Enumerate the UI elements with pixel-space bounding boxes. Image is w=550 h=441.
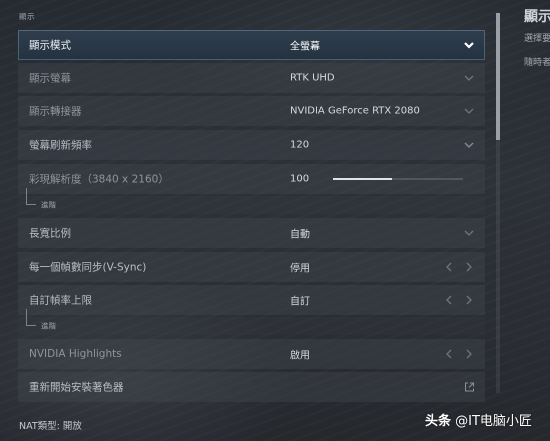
setting-label: 每一個幀數同步(V-Sync): [29, 261, 147, 274]
setting-label: 彩現解析度（3840 x 2160）: [29, 173, 169, 186]
chevron-left-icon: [446, 349, 452, 359]
side-panel-description: 選擇要: [524, 34, 550, 44]
left-right-arrows[interactable]: [445, 348, 473, 360]
chevron-down-icon[interactable]: [463, 105, 475, 117]
side-panel-description: 隨時者: [524, 58, 550, 68]
chevron-right-icon: [466, 262, 472, 272]
setting-label: 長寬比例: [29, 227, 71, 240]
advanced-label: 進階: [41, 200, 56, 210]
watermark-prefix: 头条: [425, 414, 452, 429]
setting-value: 自動: [290, 229, 310, 241]
left-right-arrows[interactable]: [445, 261, 473, 273]
external-link-icon[interactable]: [464, 382, 475, 393]
scrollbar[interactable]: [496, 13, 500, 393]
setting-value: 120: [290, 139, 310, 151]
setting-frame-cap[interactable]: 自訂幀率上限 自訂: [18, 285, 485, 315]
setting-value: RTK UHD: [290, 72, 335, 84]
setting-refresh-rate[interactable]: 螢幕刷新頻率 120: [18, 130, 485, 160]
chevron-right-icon: [466, 349, 472, 359]
setting-value: 停用: [290, 263, 310, 275]
chevron-left-icon: [446, 262, 452, 272]
setting-nvidia-highlights[interactable]: NVIDIA Highlights 啟用: [18, 339, 485, 369]
setting-label: 螢幕刷新頻率: [29, 139, 92, 152]
setting-label: NVIDIA Highlights: [29, 348, 122, 360]
advanced-label: 進階: [41, 321, 56, 331]
setting-value: 100: [290, 173, 310, 185]
setting-monitor[interactable]: 顯示螢幕 RTK UHD: [18, 63, 485, 93]
setting-value: 自訂: [290, 296, 310, 308]
setting-aspect-ratio[interactable]: 長寬比例 自動: [18, 218, 485, 248]
setting-label: 自訂幀率上限: [29, 294, 92, 307]
chevron-left-icon: [446, 295, 452, 305]
chevron-down-icon[interactable]: [463, 39, 475, 51]
left-right-arrows[interactable]: [445, 294, 473, 306]
watermark-handle: @IT电脑小匠: [455, 414, 532, 429]
setting-value: 啟用: [290, 350, 310, 362]
side-panel: 顯示 選擇要 隨時者: [520, 0, 550, 80]
section-label: 顯示: [19, 12, 35, 21]
chevron-down-icon[interactable]: [463, 72, 475, 84]
tree-connector: [26, 309, 36, 326]
chevron-right-icon: [466, 295, 472, 305]
setting-label: 顯示螢幕: [29, 72, 71, 85]
resolution-slider[interactable]: [333, 178, 463, 180]
setting-display-adapter[interactable]: 顯示轉接器 NVIDIA GeForce RTX 2080: [18, 96, 485, 126]
setting-render-resolution[interactable]: 彩現解析度（3840 x 2160） 100: [18, 164, 485, 194]
nat-type-status: NAT類型: 開放: [19, 421, 82, 432]
chevron-down-icon[interactable]: [463, 227, 475, 239]
scrollbar-thumb[interactable]: [496, 13, 500, 140]
chevron-down-icon[interactable]: [463, 139, 475, 151]
setting-label: 顯示模式: [29, 39, 71, 52]
tree-connector: [26, 188, 36, 205]
setting-value: 全螢幕: [290, 41, 320, 53]
setting-label: 重新開始安裝著色器: [29, 381, 124, 394]
setting-frame-cap-advanced[interactable]: 進階: [18, 309, 485, 335]
resolution-slider-fill: [333, 178, 392, 180]
watermark: 头条 @IT电脑小匠: [425, 410, 532, 429]
setting-render-resolution-advanced[interactable]: 進階: [18, 188, 485, 214]
setting-restart-shader[interactable]: 重新開始安裝著色器: [18, 372, 485, 402]
setting-value: NVIDIA GeForce RTX 2080: [290, 105, 420, 117]
setting-label: 顯示轉接器: [29, 105, 82, 118]
settings-panel: 顯示模式 全螢幕 顯示螢幕 RTK UHD 顯示轉接器 NVIDIA GeFor…: [18, 30, 485, 402]
setting-vsync[interactable]: 每一個幀數同步(V-Sync) 停用: [18, 252, 485, 282]
setting-display-mode[interactable]: 顯示模式 全螢幕: [18, 30, 485, 60]
side-panel-title: 顯示: [524, 9, 550, 25]
